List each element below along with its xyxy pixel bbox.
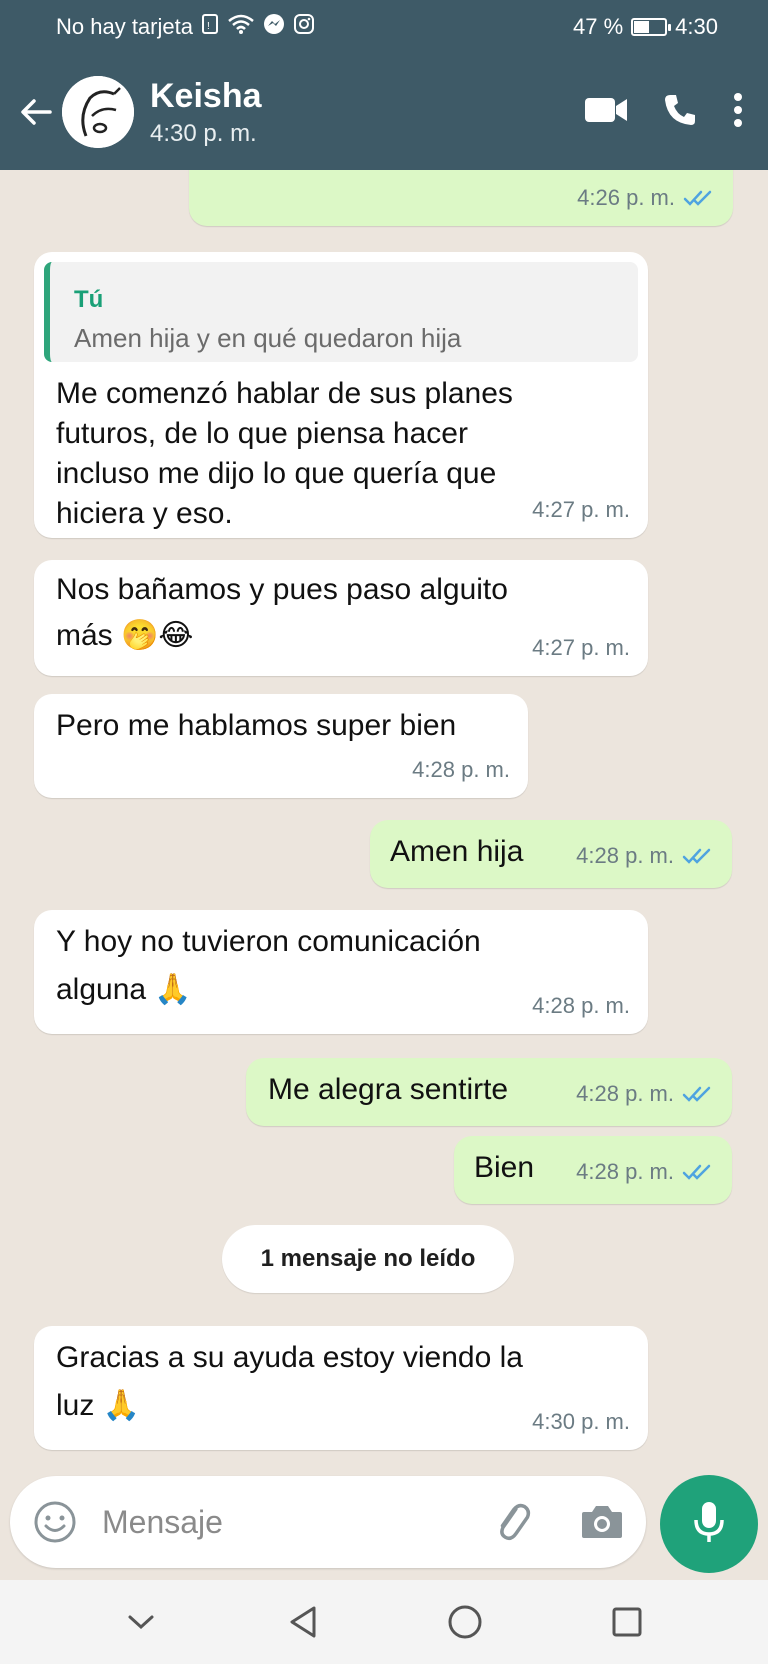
battery-icon bbox=[631, 18, 672, 36]
messenger-icon bbox=[263, 13, 285, 41]
carrier-text: No hay tarjeta bbox=[56, 14, 193, 39]
phone-icon[interactable] bbox=[662, 92, 698, 133]
mic-icon bbox=[691, 1498, 727, 1551]
avatar[interactable] bbox=[62, 76, 134, 148]
contact-info[interactable]: Keisha 4:30 p. m. bbox=[150, 77, 262, 148]
recents-nav-icon[interactable] bbox=[597, 1592, 657, 1652]
clock: 4:30 bbox=[675, 14, 718, 39]
last-seen: 4:30 p. m. bbox=[150, 119, 257, 147]
unread-divider: 1 mensaje no leído bbox=[222, 1225, 514, 1293]
message-line: Me comenzó hablar de sus planes bbox=[56, 377, 513, 410]
message-time: 4:26 p. m. bbox=[577, 185, 675, 210]
quote-author: Tú bbox=[74, 286, 104, 313]
back-arrow-icon[interactable] bbox=[14, 90, 58, 134]
battery-percent: 47 % bbox=[573, 14, 624, 39]
message-incoming[interactable]: Tú Amen hija y en qué quedaron hija Me c… bbox=[34, 252, 648, 538]
mic-button[interactable] bbox=[660, 1475, 758, 1573]
quote-text: Amen hija y en qué quedaron hija bbox=[74, 323, 462, 353]
wifi-icon bbox=[227, 13, 255, 41]
message-incoming[interactable]: Pero me hablamos super bien 4:28 p. m. bbox=[34, 694, 528, 798]
message-line: alguna 🙏 bbox=[56, 973, 192, 1006]
message-line: Gracias a su ayuda estoy viendo la bbox=[56, 1341, 523, 1374]
message-incoming[interactable]: Y hoy no tuvieron comunicación alguna 🙏 … bbox=[34, 910, 648, 1034]
message-composer bbox=[10, 1476, 646, 1568]
video-call-icon[interactable] bbox=[584, 95, 628, 130]
chevron-down-icon[interactable] bbox=[111, 1592, 171, 1652]
message-incoming[interactable]: Gracias a su ayuda estoy viendo la luz 🙏… bbox=[34, 1326, 648, 1450]
message-line: Y hoy no tuvieron comunicación bbox=[56, 925, 481, 958]
top-bar: No hay tarjeta ! 47 % 4:30 Keisha 4:30 p… bbox=[0, 0, 768, 170]
message-time: 4:27 p. m. bbox=[532, 497, 630, 522]
sim-icon: ! bbox=[201, 13, 219, 41]
quoted-message[interactable]: Tú Amen hija y en qué quedaron hija bbox=[44, 262, 638, 362]
message-time: 4:28 p. m. bbox=[412, 757, 510, 782]
message-outgoing[interactable]: Bien 4:28 p. m. bbox=[454, 1136, 732, 1204]
message-line: Nos bañamos y pues paso alguito bbox=[56, 573, 508, 606]
instagram-icon bbox=[293, 13, 315, 41]
message-text: Amen hija bbox=[390, 835, 524, 868]
chat-header: Keisha 4:30 p. m. bbox=[0, 62, 768, 162]
read-ticks-icon bbox=[682, 847, 714, 865]
message-time: 4:27 p. m. bbox=[532, 635, 630, 660]
read-ticks-icon bbox=[682, 1163, 714, 1181]
message-line: hiciera y eso. bbox=[56, 497, 233, 530]
chat-area[interactable]: 4:26 p. m. Tú Amen hija y en qué quedaro… bbox=[0, 170, 768, 1475]
read-ticks-icon bbox=[682, 1085, 714, 1103]
emoji-icon[interactable] bbox=[32, 1499, 78, 1545]
message-line: más 🤭😂 bbox=[56, 619, 194, 652]
message-text: Bien bbox=[474, 1151, 535, 1184]
svg-text:!: ! bbox=[207, 21, 210, 32]
message-incoming[interactable]: Nos bañamos y pues paso alguito más 🤭😂 4… bbox=[34, 560, 648, 676]
camera-icon[interactable] bbox=[578, 1498, 626, 1546]
more-vert-icon[interactable] bbox=[732, 91, 744, 134]
attach-icon[interactable] bbox=[488, 1498, 536, 1546]
message-line: incluso me dijo lo que quería que bbox=[56, 457, 497, 490]
message-time: 4:28 p. m. bbox=[576, 1081, 674, 1106]
message-outgoing[interactable]: Me alegra sentirte 4:28 p. m. bbox=[246, 1058, 732, 1126]
message-line: Pero me hablamos super bien bbox=[56, 709, 457, 742]
read-ticks-icon bbox=[683, 189, 715, 207]
message-time: 4:30 p. m. bbox=[532, 1409, 630, 1434]
message-time: 4:28 p. m. bbox=[576, 843, 674, 868]
message-time: 4:28 p. m. bbox=[576, 1159, 674, 1184]
home-nav-icon[interactable] bbox=[435, 1592, 495, 1652]
message-outgoing[interactable]: Amen hija 4:28 p. m. bbox=[370, 820, 732, 888]
status-bar: No hay tarjeta ! 47 % 4:30 bbox=[56, 10, 718, 44]
back-nav-icon[interactable] bbox=[273, 1592, 333, 1652]
system-nav-bar bbox=[0, 1580, 768, 1664]
message-line: futuros, de lo que piensa hacer bbox=[56, 417, 468, 450]
contact-name: Keisha bbox=[150, 76, 262, 115]
message-text: Me alegra sentirte bbox=[268, 1073, 509, 1106]
message-outgoing[interactable]: 4:26 p. m. bbox=[189, 170, 733, 226]
message-input[interactable] bbox=[102, 1490, 482, 1554]
message-time: 4:28 p. m. bbox=[532, 993, 630, 1018]
message-line: luz 🙏 bbox=[56, 1389, 141, 1422]
